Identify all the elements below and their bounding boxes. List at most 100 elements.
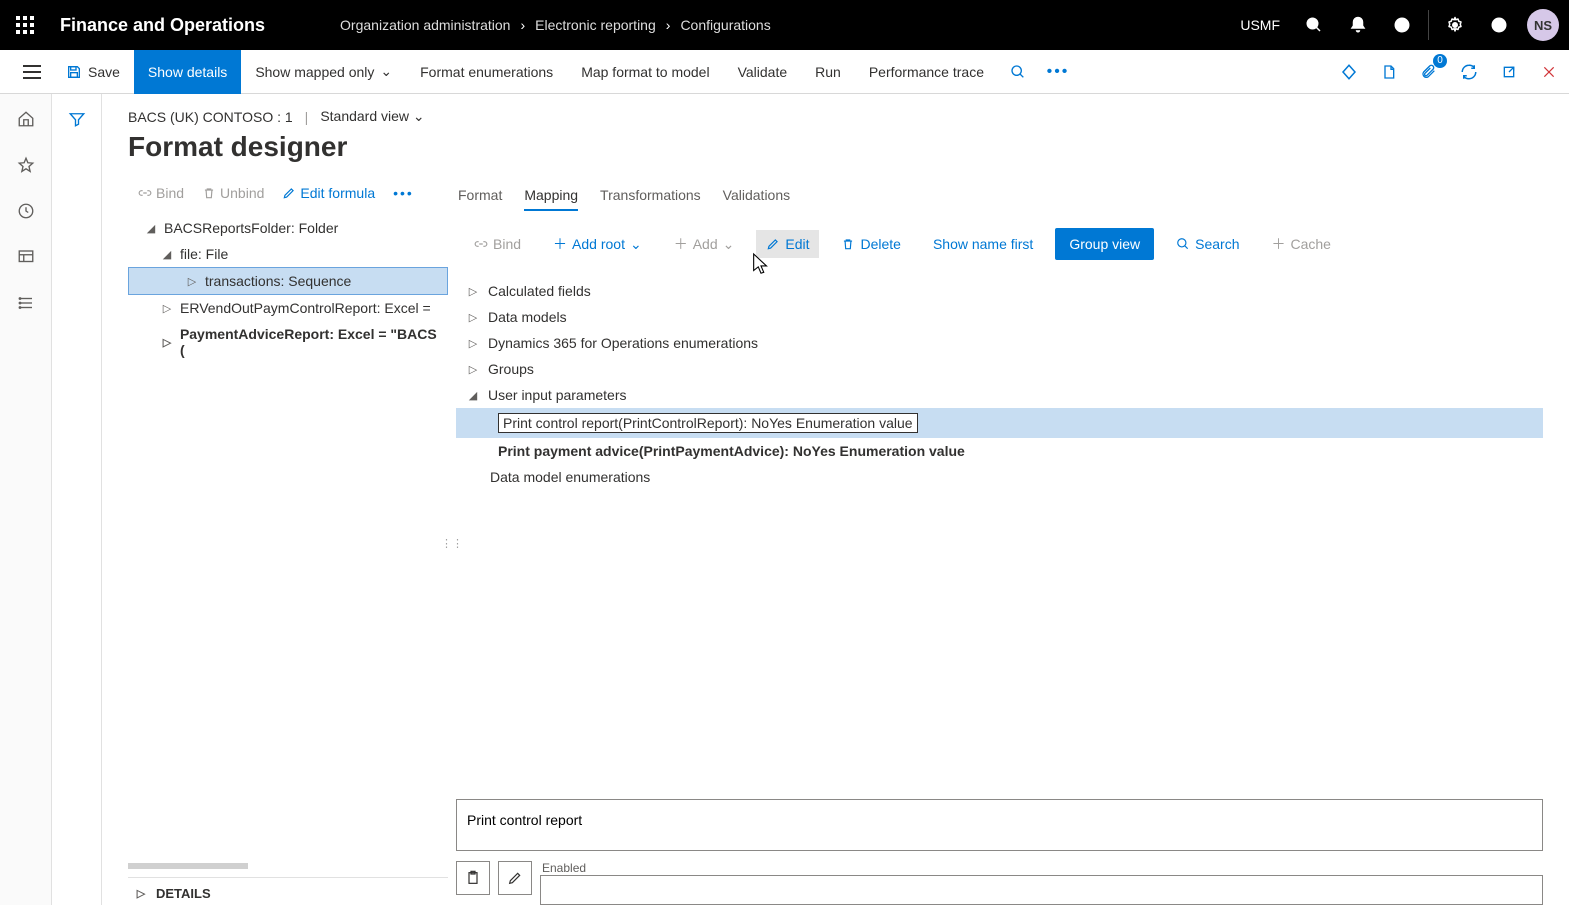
document-icon[interactable]: [1369, 50, 1409, 94]
context-title: BACS (UK) CONTOSO : 1: [128, 109, 293, 125]
collapse-icon[interactable]: ◢: [144, 222, 158, 235]
clipboard-button[interactable]: [456, 861, 490, 895]
tree-row[interactable]: ▷ Dynamics 365 for Operations enumeratio…: [456, 330, 1543, 356]
edit-formula-button[interactable]: Edit formula: [276, 181, 381, 205]
tab-mapping[interactable]: Mapping: [524, 181, 578, 209]
star-icon[interactable]: [17, 156, 35, 174]
map-format-to-model-button[interactable]: Map format to model: [567, 50, 723, 94]
format-enumerations-button[interactable]: Format enumerations: [406, 50, 567, 94]
tree-label: Dynamics 365 for Operations enumerations: [488, 335, 758, 351]
expand-icon[interactable]: ▷: [466, 285, 480, 298]
search-button[interactable]: Search: [1166, 230, 1249, 258]
gear-icon[interactable]: [1433, 0, 1477, 50]
view-selector[interactable]: Standard view ⌄: [320, 108, 424, 125]
expand-icon[interactable]: ▷: [185, 275, 199, 288]
tree-row[interactable]: ▷ PaymentAdviceReport: Excel = "BACS (: [128, 321, 448, 363]
home-icon[interactable]: [17, 110, 35, 128]
enabled-input[interactable]: [540, 875, 1543, 905]
detail-name-input[interactable]: [456, 799, 1543, 851]
delete-label: Delete: [860, 236, 900, 252]
breadcrumb-item[interactable]: Organization administration: [340, 17, 510, 33]
pencil-icon: [507, 870, 523, 886]
breadcrumb-item[interactable]: Configurations: [680, 17, 770, 33]
left-rail: [0, 94, 52, 905]
company-code[interactable]: USMF: [1228, 17, 1292, 33]
tab-transformations[interactable]: Transformations: [600, 181, 701, 209]
vertical-splitter[interactable]: ⋮⋮: [448, 181, 456, 905]
tree-row-selected[interactable]: Print control report(PrintControlReport)…: [456, 408, 1543, 438]
unbind-button[interactable]: Unbind: [196, 181, 270, 205]
tree-row[interactable]: ▷ Groups: [456, 356, 1543, 382]
more-icon[interactable]: •••: [387, 181, 420, 205]
smiley-icon[interactable]: [1380, 0, 1424, 50]
search-command-icon[interactable]: [998, 50, 1038, 94]
add-root-button[interactable]: ＋ Add root ⌄: [543, 228, 652, 260]
more-icon[interactable]: •••: [1038, 50, 1078, 94]
popout-icon[interactable]: [1489, 50, 1529, 94]
enabled-label: Enabled: [540, 861, 1543, 875]
tree-row[interactable]: ◢ file: File: [128, 241, 448, 267]
tree-row[interactable]: ◢ User input parameters: [456, 382, 1543, 408]
expand-icon[interactable]: ▷: [160, 302, 174, 315]
delete-button[interactable]: Delete: [831, 230, 910, 258]
tree-label: ERVendOutPaymControlReport: Excel =: [180, 300, 431, 316]
unbind-label: Unbind: [220, 185, 264, 201]
save-button[interactable]: Save: [52, 50, 134, 94]
bind-button[interactable]: Bind: [132, 181, 190, 205]
edit-enabled-button[interactable]: [498, 861, 532, 895]
tab-validations[interactable]: Validations: [723, 181, 790, 209]
hamburger-icon[interactable]: [12, 65, 52, 79]
page-title: Format designer: [128, 131, 1543, 163]
tree-row[interactable]: ▷ ERVendOutPaymControlReport: Excel =: [128, 295, 448, 321]
cache-button[interactable]: ＋ Cache: [1262, 228, 1341, 260]
tree-label: BACSReportsFolder: Folder: [164, 220, 338, 236]
filter-icon[interactable]: [68, 110, 86, 905]
show-details-button[interactable]: Show details: [134, 50, 241, 94]
search-icon[interactable]: [1292, 0, 1336, 50]
refresh-icon[interactable]: [1449, 50, 1489, 94]
clock-icon[interactable]: [17, 202, 35, 220]
divider: [1428, 10, 1429, 40]
add-button[interactable]: ＋ Add ⌄: [664, 228, 745, 260]
plus-icon: ＋: [553, 234, 567, 254]
expand-icon[interactable]: ▷: [160, 336, 174, 349]
app-launcher-icon[interactable]: [0, 0, 50, 50]
breadcrumb-item[interactable]: Electronic reporting: [535, 17, 656, 33]
show-mapped-only-button[interactable]: Show mapped only ⌄: [241, 50, 406, 94]
tabs: Format Mapping Transformations Validatio…: [456, 181, 1543, 210]
show-name-first-button[interactable]: Show name first: [923, 230, 1043, 258]
performance-trace-button[interactable]: Performance trace: [855, 50, 998, 94]
details-expander[interactable]: ▷ DETAILS: [128, 877, 448, 905]
expand-icon[interactable]: ▷: [466, 363, 480, 376]
tree-row[interactable]: Data model enumerations: [456, 464, 1543, 490]
attachment-icon[interactable]: 0: [1409, 50, 1449, 94]
tree-row[interactable]: ◢ BACSReportsFolder: Folder: [128, 215, 448, 241]
tree-row[interactable]: Print payment advice(PrintPaymentAdvice)…: [456, 438, 1543, 464]
validate-button[interactable]: Validate: [724, 50, 802, 94]
bind-button[interactable]: Bind: [464, 230, 531, 258]
chevron-down-icon: ⌄: [380, 63, 392, 80]
modules-icon[interactable]: [17, 294, 35, 312]
tree-row-selected[interactable]: ▷ transactions: Sequence: [128, 267, 448, 295]
chevron-down-icon: ⌄: [630, 236, 642, 253]
bell-icon[interactable]: [1336, 0, 1380, 50]
tree-row[interactable]: ▷ Calculated fields: [456, 278, 1543, 304]
diamond-icon[interactable]: [1329, 50, 1369, 94]
expand-icon[interactable]: ▷: [466, 337, 480, 350]
show-mapped-only-label: Show mapped only: [255, 64, 374, 80]
tree-row[interactable]: ▷ Data models: [456, 304, 1543, 330]
group-view-button[interactable]: Group view: [1055, 228, 1154, 260]
help-icon[interactable]: [1477, 0, 1521, 50]
tab-format[interactable]: Format: [458, 181, 502, 209]
close-icon[interactable]: [1529, 50, 1569, 94]
avatar[interactable]: NS: [1527, 9, 1559, 41]
scrollbar[interactable]: [128, 863, 248, 869]
collapse-icon[interactable]: ◢: [160, 248, 174, 261]
trash-icon: [841, 237, 855, 251]
expand-icon[interactable]: ▷: [466, 311, 480, 324]
collapse-icon[interactable]: ◢: [466, 389, 480, 402]
mapping-panel: Format Mapping Transformations Validatio…: [456, 181, 1543, 905]
run-button[interactable]: Run: [801, 50, 855, 94]
edit-button[interactable]: Edit: [756, 230, 819, 258]
workspace-icon[interactable]: [17, 248, 35, 266]
